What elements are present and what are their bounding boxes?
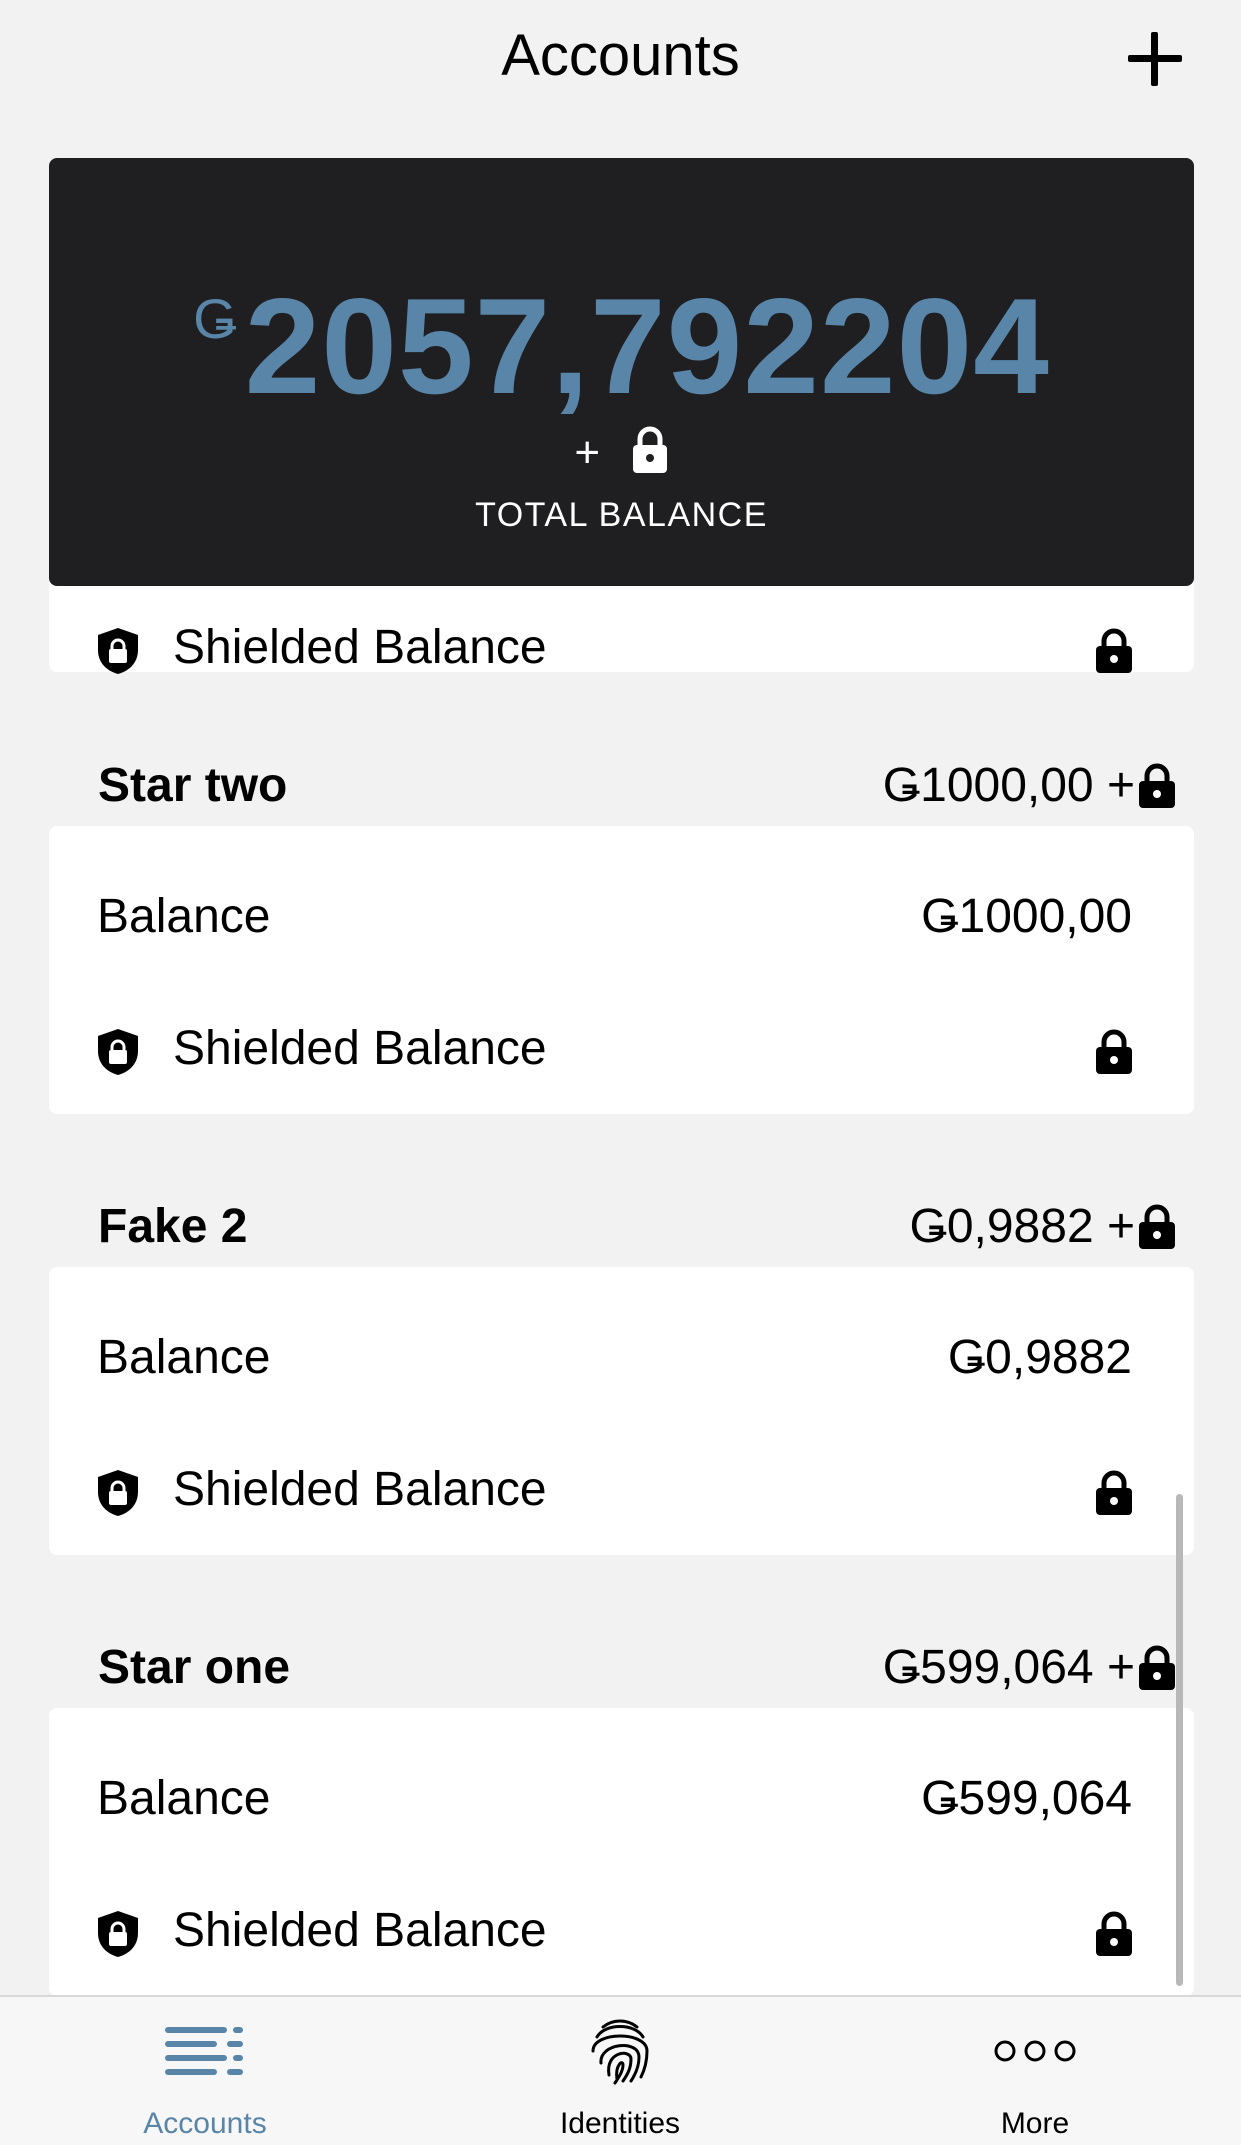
tab-identities-label: Identities: [559, 2107, 681, 2140]
plus-sign: +: [574, 427, 601, 477]
shield-icon: [98, 628, 138, 674]
shield-icon: [98, 1029, 138, 1075]
total-balance-amount: Ǥ2057,792204: [49, 268, 1194, 424]
lock-icon: [1139, 763, 1175, 808]
account-total: Ǥ0,9882 +: [909, 1200, 1135, 1253]
lock-icon: [1139, 1204, 1175, 1249]
add-account-button[interactable]: [1122, 26, 1188, 92]
account-header[interactable]: Fake 2 Ǥ0,9882 +: [0, 1192, 1241, 1262]
fingerprint-icon: [591, 2019, 649, 2085]
page-title: Accounts: [501, 23, 740, 88]
tab-accounts-label: Accounts: [143, 2107, 267, 2140]
account-header[interactable]: Star two Ǥ1000,00 +: [0, 751, 1241, 821]
shielded-balance-label: Shielded Balance: [173, 621, 547, 674]
balance-row[interactable]: Balance Ǥ1000,00: [49, 877, 1194, 957]
balance-label: Balance: [97, 890, 271, 943]
shielded-balance-row[interactable]: Shielded Balance: [49, 1891, 1194, 1971]
vertical-scrollbar[interactable]: [1176, 1494, 1183, 1986]
balance-value: Ǥ0,9882: [947, 1331, 1132, 1384]
currency-symbol: Ǥ: [193, 287, 237, 350]
total-balance-label: TOTAL BALANCE: [475, 496, 768, 534]
account-card[interactable]: Balance Ǥ599,064 Shielded Balance: [49, 1708, 1194, 1996]
lock-icon: [1096, 1470, 1132, 1515]
shielded-balance-label: Shielded Balance: [173, 1463, 547, 1516]
plus-icon: [1128, 32, 1182, 86]
account-total: Ǥ1000,00 +: [882, 759, 1135, 812]
balance-label: Balance: [97, 1331, 271, 1384]
account-header[interactable]: Star one Ǥ599,064 +: [0, 1633, 1241, 1703]
total-balance-locked-indicator: +: [49, 426, 1194, 479]
account-name: Star two: [98, 759, 288, 812]
total-balance-card[interactable]: Ǥ2057,792204 + TOTAL BALANCE: [49, 158, 1194, 586]
balance-row[interactable]: Balance Ǥ0,9882: [49, 1318, 1194, 1398]
top-bar: Accounts: [0, 0, 1241, 150]
balance-value: Ǥ1000,00: [921, 890, 1132, 943]
account-total: Ǥ599,064 +: [882, 1641, 1135, 1694]
account-name: Star one: [98, 1641, 291, 1694]
lock-icon: [631, 426, 669, 479]
shielded-balance-label: Shielded Balance: [173, 1022, 547, 1075]
lock-icon: [1096, 628, 1132, 673]
tab-more-label: More: [1000, 2107, 1070, 2140]
tab-identities[interactable]: Identities: [470, 1997, 770, 2145]
shield-icon: [98, 1911, 138, 1957]
account-card[interactable]: Balance Ǥ0,9882 Shielded Balance: [49, 1267, 1194, 1555]
bottom-tab-bar: Accounts Identities More: [0, 1995, 1241, 2145]
tab-more[interactable]: More: [885, 1997, 1185, 2145]
account-name: Fake 2: [98, 1200, 248, 1253]
accounts-list-icon: [165, 2027, 243, 2075]
tab-accounts[interactable]: Accounts: [55, 1997, 355, 2145]
shielded-balance-row[interactable]: Shielded Balance: [49, 608, 1194, 688]
total-balance-value: 2057,792204: [244, 270, 1050, 422]
balance-value: Ǥ599,064: [921, 1772, 1132, 1825]
lock-icon: [1139, 1645, 1175, 1690]
lock-icon: [1096, 1029, 1132, 1074]
shielded-balance-row[interactable]: Shielded Balance: [49, 1450, 1194, 1530]
shield-icon: [98, 1470, 138, 1516]
shielded-balance-row[interactable]: Shielded Balance: [49, 1009, 1194, 1089]
balance-label: Balance: [97, 1772, 271, 1825]
lock-icon: [1096, 1911, 1132, 1956]
account-card[interactable]: Balance Ǥ1000,00 Shielded Balance: [49, 826, 1194, 1114]
balance-row[interactable]: Balance Ǥ599,064: [49, 1759, 1194, 1839]
shielded-balance-label: Shielded Balance: [173, 1904, 547, 1957]
more-dots-icon: [994, 2040, 1076, 2062]
